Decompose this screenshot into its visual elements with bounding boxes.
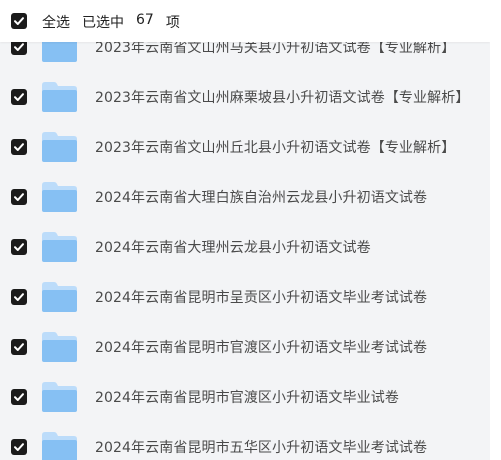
selection-toolbar: 全选 已选中 67 项	[0, 0, 490, 42]
checkbox-checked-icon[interactable]	[11, 89, 27, 105]
file-name: 2024年云南省昆明市五华区小升初语文毕业考试试卷	[95, 440, 428, 456]
file-name: 2024年云南省昆明市官渡区小升初语文毕业试卷	[95, 390, 399, 406]
file-name: 2024年云南省大理州云龙县小升初语文试卷	[95, 240, 371, 256]
folder-icon	[41, 431, 78, 460]
file-name: 2023年云南省文山州麻栗坡县小升初语文试卷【专业解析】	[95, 90, 470, 106]
file-list-screen: 2023年云南省文山州马关县小升初语文试卷【专业解析】 2023年云南省文山州麻…	[0, 0, 501, 460]
list-item[interactable]: 2024年云南省昆明市呈贡区小升初语文毕业考试试卷	[0, 272, 501, 322]
file-name: 2024年云南省大理白族自治州云龙县小升初语文试卷	[95, 190, 428, 206]
file-list: 2023年云南省文山州马关县小升初语文试卷【专业解析】 2023年云南省文山州麻…	[0, 22, 501, 460]
list-item[interactable]: 2024年云南省大理州云龙县小升初语文试卷	[0, 222, 501, 272]
checkbox-checked-icon[interactable]	[11, 189, 27, 205]
selected-unit: 项	[165, 15, 180, 31]
select-all-label[interactable]: 全选	[42, 12, 70, 32]
folder-icon	[41, 231, 78, 263]
folder-icon	[41, 381, 78, 413]
checkbox-checked-icon[interactable]	[11, 139, 27, 155]
folder-icon	[41, 331, 78, 363]
folder-icon	[41, 281, 78, 313]
checkbox-checked-icon[interactable]	[11, 389, 27, 405]
folder-icon	[41, 181, 78, 213]
list-item[interactable]: 2023年云南省文山州麻栗坡县小升初语文试卷【专业解析】	[0, 72, 501, 122]
file-name: 2023年云南省文山州丘北县小升初语文试卷【专业解析】	[95, 140, 456, 156]
checkbox-checked-icon[interactable]	[11, 289, 27, 305]
file-name: 2024年云南省昆明市官渡区小升初语文毕业考试试卷	[95, 340, 428, 356]
list-item[interactable]: 2024年云南省大理白族自治州云龙县小升初语文试卷	[0, 172, 501, 222]
list-item[interactable]: 2023年云南省文山州丘北县小升初语文试卷【专业解析】	[0, 122, 501, 172]
selected-count: 67	[136, 12, 154, 28]
file-name: 2024年云南省昆明市呈贡区小升初语文毕业考试试卷	[95, 290, 428, 306]
list-item[interactable]: 2024年云南省昆明市五华区小升初语文毕业考试试卷	[0, 422, 501, 460]
checkbox-checked-icon[interactable]	[11, 339, 27, 355]
scrollbar-track[interactable]	[490, 0, 501, 460]
folder-icon	[41, 81, 78, 113]
checkbox-checked-icon[interactable]	[11, 239, 27, 255]
select-all-checkbox-icon[interactable]	[11, 13, 27, 29]
list-item[interactable]: 2024年云南省昆明市官渡区小升初语文毕业试卷	[0, 372, 501, 422]
list-item[interactable]: 2024年云南省昆明市官渡区小升初语文毕业考试试卷	[0, 322, 501, 372]
checkbox-checked-icon[interactable]	[11, 439, 27, 455]
selection-summary: 全选 已选中 67 项	[42, 12, 180, 32]
folder-icon	[41, 131, 78, 163]
selected-prefix: 已选中	[82, 15, 124, 31]
